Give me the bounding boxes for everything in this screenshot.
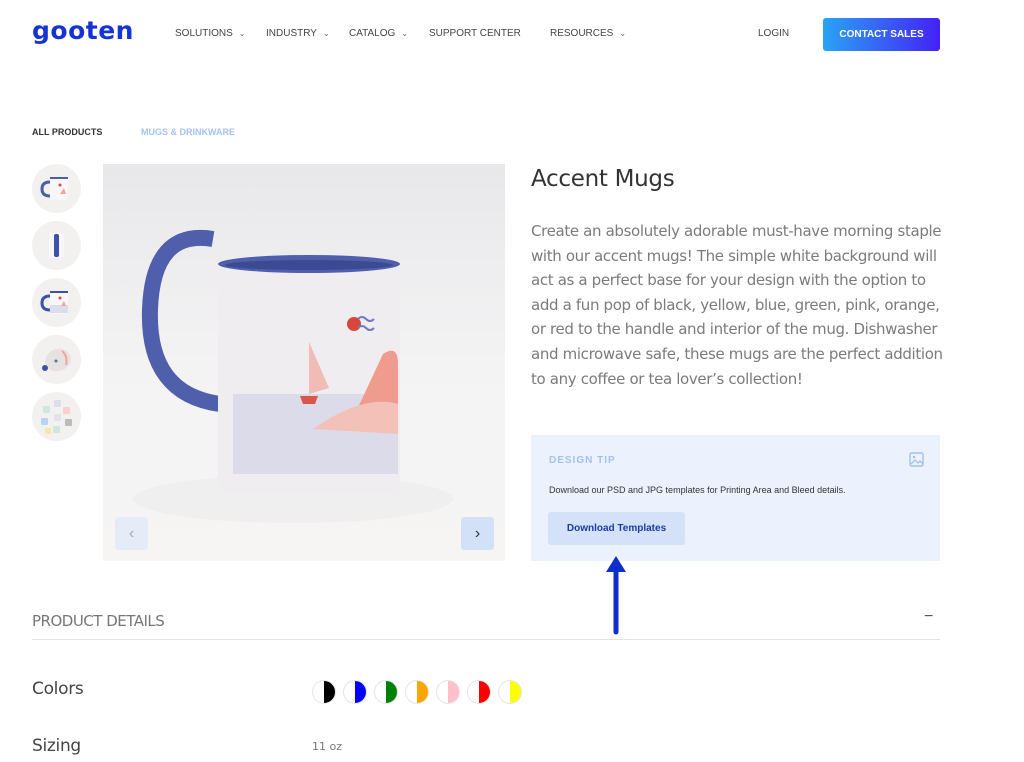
swatch-orange[interactable] [405, 680, 429, 704]
gallery-next-button[interactable]: › [461, 517, 494, 550]
chevron-left-icon: ‹ [128, 524, 135, 542]
breadcrumb-all-products[interactable]: ALL PRODUCTS [32, 127, 102, 137]
gallery-prev-button[interactable]: ‹ [115, 517, 148, 550]
image-icon [909, 452, 924, 467]
product-title: Accent Mugs [531, 166, 675, 192]
chevron-down-icon: ⌄ [619, 29, 627, 38]
thumbnail-2[interactable] [32, 221, 81, 270]
nav-resources[interactable]: RESOURCES ⌄ [550, 28, 626, 39]
swatch-green[interactable] [374, 680, 398, 704]
thumbnail-list [32, 164, 81, 449]
thumbnail-5[interactable] [32, 392, 81, 441]
design-tip-title: DESIGN TIP [549, 455, 616, 466]
product-main-image [103, 164, 505, 561]
product-details-heading: PRODUCT DETAILS [32, 612, 165, 630]
design-tip-panel: DESIGN TIP Download our PSD and JPG temp… [531, 435, 940, 561]
sizing-value: 11 oz [312, 740, 342, 753]
annotation-arrow-icon [606, 556, 626, 635]
nav-support-center[interactable]: SUPPORT CENTER [429, 28, 521, 39]
swatch-black[interactable] [312, 680, 336, 704]
divider [32, 639, 940, 640]
chevron-down-icon: ⌄ [401, 29, 409, 38]
design-tip-text: Download our PSD and JPG templates for P… [549, 485, 846, 495]
thumbnail-4[interactable] [32, 335, 81, 384]
sizing-label: Sizing [32, 736, 81, 756]
chevron-right-icon: › [474, 524, 481, 542]
swatch-pink[interactable] [436, 680, 460, 704]
collapse-toggle[interactable]: − [924, 608, 933, 626]
product-description: Create an absolutely adorable must-have … [531, 222, 943, 388]
site-header: gooten SOLUTIONS ⌄ INDUSTRY ⌄ CATALOG ⌄ SUP… [0, 0, 1024, 70]
download-templates-button[interactable]: Download Templates [548, 512, 685, 545]
swatch-blue[interactable] [343, 680, 367, 704]
nav-industry[interactable]: INDUSTRY ⌄ [266, 28, 330, 39]
nav-catalog[interactable]: CATALOG ⌄ [349, 28, 408, 39]
swatch-red[interactable] [467, 680, 491, 704]
login-link[interactable]: LOGIN [758, 28, 789, 39]
thumbnail-3[interactable] [32, 278, 81, 327]
color-swatches [312, 680, 522, 704]
mug-illustration [133, 229, 453, 523]
chevron-down-icon: ⌄ [322, 29, 330, 38]
breadcrumb-mugs-drinkware[interactable]: MUGS & DRINKWARE [141, 127, 235, 137]
contact-sales-button[interactable]: CONTACT SALES [823, 18, 940, 51]
nav-solutions[interactable]: SOLUTIONS ⌄ [175, 28, 246, 39]
gooten-logo[interactable]: gooten [32, 16, 134, 45]
thumbnail-1[interactable] [32, 164, 81, 213]
swatch-yellow[interactable] [498, 680, 522, 704]
colors-label: Colors [32, 679, 84, 699]
chevron-down-icon: ⌄ [238, 29, 246, 38]
